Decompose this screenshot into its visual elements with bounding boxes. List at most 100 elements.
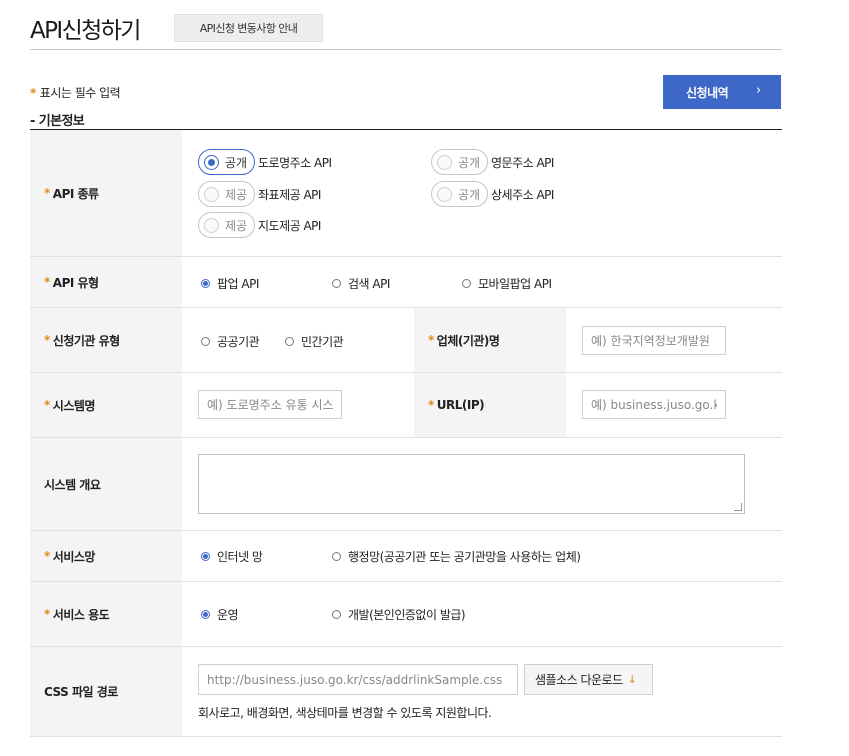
required-star: * (44, 398, 50, 412)
api-kind-header: * API 유형 (30, 257, 182, 307)
radio-dot-icon (437, 154, 452, 170)
api-option-map[interactable]: 제공 지도제공 API (198, 212, 321, 238)
radio-label: 공공기관 (217, 335, 260, 349)
api-option-status: 제공 (225, 187, 248, 202)
api-option-detail-toggle[interactable]: 공개 (431, 181, 488, 207)
history-button-label: 신청내역 (686, 86, 729, 100)
api-type-row: * API 종류 공개 도로명주소 API 공개 영문주소 API 제공 좌표제공… (30, 130, 782, 257)
page-title: API신청하기 (30, 18, 141, 44)
history-button[interactable]: 신청내역 › (663, 75, 781, 109)
system-name-header: * 시스템명 (30, 373, 182, 437)
title-divider (30, 49, 782, 50)
required-star: * (44, 333, 50, 347)
radio-admin-network[interactable]: 행정망(공공기관 또는 공기관망을 사용하는 업체) (332, 548, 581, 565)
system-overview-header: 시스템 개요 (30, 438, 182, 530)
api-option-english[interactable]: 공개 영문주소 API (431, 149, 554, 175)
radio-popup-api[interactable]: 팝업 API (201, 275, 259, 292)
notice-button[interactable]: API신청 변동사항 안내 (174, 14, 323, 42)
radio-icon (201, 552, 210, 561)
css-path-row: CSS 파일 경로 샘플소스 다운로드 ↓ 회사로고, 배경화면, 색상테마를 변… (30, 647, 782, 737)
api-type-label: API 종류 (52, 186, 99, 201)
css-path-field[interactable] (198, 664, 518, 695)
radio-dot-icon (204, 186, 219, 202)
radio-private-org[interactable]: 민간기관 (285, 333, 344, 350)
radio-label: 검색 API (348, 277, 390, 291)
system-name-field[interactable] (198, 390, 342, 419)
api-option-road-toggle[interactable]: 공개 (198, 149, 255, 175)
radio-label: 개발(본인인증없이 발급) (348, 608, 466, 622)
org-type-label: 신청기관 유형 (52, 333, 120, 348)
api-type-header: * API 종류 (30, 130, 182, 256)
api-option-road[interactable]: 공개 도로명주소 API (198, 149, 332, 175)
api-option-label: 지도제공 API (258, 218, 321, 233)
required-star: * (44, 186, 50, 200)
api-option-label: 도로명주소 API (258, 155, 332, 170)
service-purpose-label: 서비스 용도 (52, 607, 110, 622)
radio-label: 인터넷 망 (217, 550, 263, 564)
api-kind-row: * API 유형 팝업 API 검색 API 모바일팝업 API (30, 257, 782, 308)
api-option-label: 영문주소 API (491, 155, 554, 170)
radio-public-org[interactable]: 공공기관 (201, 333, 260, 350)
basic-info-form: * API 종류 공개 도로명주소 API 공개 영문주소 API 제공 좌표제공… (30, 129, 782, 737)
url-field[interactable] (582, 390, 726, 419)
radio-internet[interactable]: 인터넷 망 (201, 548, 263, 565)
radio-icon (201, 279, 210, 288)
org-type-row: * 신청기관 유형 공공기관 민간기관 * 업체(기관)명 (30, 308, 782, 373)
system-name-input[interactable] (207, 397, 333, 412)
section-title: - 기본정보 (30, 114, 85, 129)
system-name-label: 시스템명 (52, 398, 96, 413)
radio-label: 운영 (217, 608, 239, 622)
radio-label: 민간기관 (301, 335, 344, 349)
api-kind-label: API 유형 (52, 275, 99, 290)
required-star: * (30, 86, 36, 100)
api-option-status: 제공 (225, 218, 248, 233)
company-name-header: * 업체(기관)명 (414, 308, 566, 372)
api-option-label: 상세주소 API (491, 187, 554, 202)
api-option-coord[interactable]: 제공 좌표제공 API (198, 181, 321, 207)
api-option-status: 공개 (458, 155, 481, 170)
required-note: * 표시는 필수 입력 (30, 84, 121, 101)
sample-download-button[interactable]: 샘플소스 다운로드 ↓ (524, 664, 653, 695)
url-label: URL(IP) (436, 398, 485, 412)
radio-icon (332, 279, 341, 288)
url-input[interactable] (591, 397, 717, 412)
service-purpose-header: * 서비스 용도 (30, 582, 182, 646)
required-star: * (44, 275, 50, 289)
system-overview-row: 시스템 개요 (30, 438, 782, 531)
radio-label: 행정망(공공기관 또는 공기관망을 사용하는 업체) (348, 550, 581, 564)
api-option-label: 좌표제공 API (258, 187, 321, 202)
css-path-header: CSS 파일 경로 (30, 647, 182, 736)
css-path-description: 회사로고, 배경화면, 색상테마를 변경할 수 있도록 지원합니다. (198, 706, 492, 720)
radio-development[interactable]: 개발(본인인증없이 발급) (332, 606, 466, 623)
radio-label: 팝업 API (217, 277, 259, 291)
css-path-input[interactable] (207, 672, 509, 687)
required-star: * (428, 398, 434, 412)
company-name-field[interactable] (582, 326, 726, 355)
system-overview-textarea[interactable] (198, 454, 745, 514)
api-option-english-toggle[interactable]: 공개 (431, 149, 488, 175)
radio-mobile-popup-api[interactable]: 모바일팝업 API (462, 275, 552, 292)
radio-search-api[interactable]: 검색 API (332, 275, 390, 292)
required-star: * (428, 333, 434, 347)
required-star: * (44, 549, 50, 563)
org-type-header: * 신청기관 유형 (30, 308, 182, 372)
radio-icon (332, 610, 341, 619)
url-header: * URL(IP) (414, 373, 566, 437)
radio-icon (332, 552, 341, 561)
service-purpose-row: * 서비스 용도 운영 개발(본인인증없이 발급) (30, 582, 782, 647)
radio-operation[interactable]: 운영 (201, 606, 239, 623)
radio-dot-icon (204, 217, 219, 233)
api-option-map-toggle[interactable]: 제공 (198, 212, 255, 238)
radio-label: 모바일팝업 API (478, 277, 552, 291)
radio-icon (285, 337, 294, 346)
service-network-label: 서비스망 (52, 549, 96, 564)
api-option-detail[interactable]: 공개 상세주소 API (431, 181, 554, 207)
chevron-right-icon: › (756, 83, 761, 98)
radio-icon (201, 610, 210, 619)
download-icon: ↓ (627, 673, 637, 686)
system-name-row: *시스템명 *URL(IP) (30, 373, 782, 438)
api-option-coord-toggle[interactable]: 제공 (198, 181, 255, 207)
sample-download-label: 샘플소스 다운로드 (535, 673, 623, 687)
company-name-input[interactable] (591, 333, 717, 348)
required-note-text: 표시는 필수 입력 (39, 86, 121, 100)
